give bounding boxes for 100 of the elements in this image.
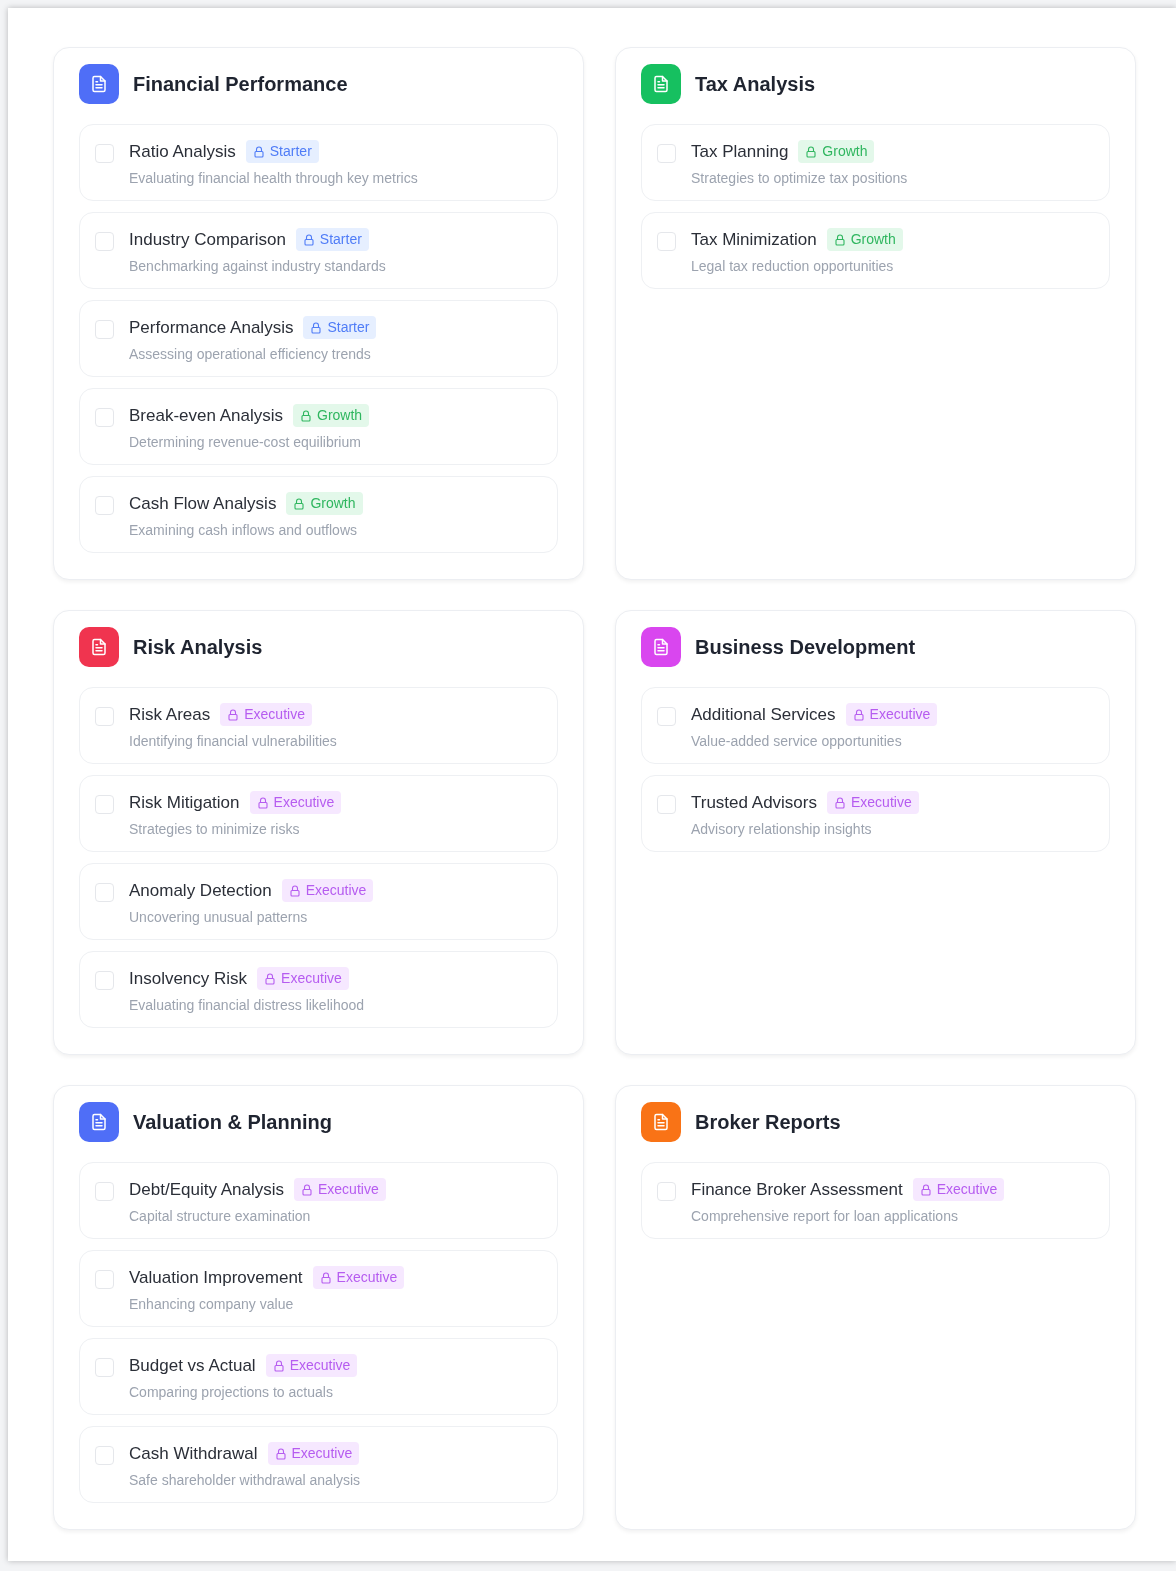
report-description: Safe shareholder withdrawal analysis — [129, 1470, 361, 1490]
checkbox[interactable] — [95, 1270, 114, 1289]
tier-badge: Growth — [286, 492, 363, 516]
tier-badge: Starter — [245, 140, 319, 164]
report-option-card[interactable]: Anomaly Detection Executive Uncovering unusual patterns — [79, 863, 558, 940]
report-title: Finance Broker Assessment — [691, 1179, 903, 1201]
report-option-card[interactable]: Industry Comparison Starter Benchmarking against industry standards — [79, 212, 558, 289]
checkbox[interactable] — [657, 144, 676, 163]
lock-icon — [256, 796, 269, 809]
report-description: Comprehensive report for loan applications — [691, 1206, 959, 1226]
tier-badge: Executive — [845, 703, 938, 727]
lock-icon — [833, 233, 846, 246]
report-description: Benchmarking against industry standards — [129, 256, 386, 276]
checkbox[interactable] — [657, 707, 676, 726]
report-option-card[interactable]: Budget vs Actual Executive Comparing projections to actuals — [79, 1338, 558, 1415]
checkbox[interactable] — [657, 1182, 676, 1201]
checkbox[interactable] — [95, 883, 114, 902]
section-title: Broker Reports — [695, 1110, 841, 1135]
report-option-card[interactable]: Debt/Equity Analysis Executive Capital structure examination — [79, 1162, 558, 1239]
checkbox[interactable] — [95, 408, 114, 427]
tier-badge: Executive — [281, 879, 374, 903]
report-option-card[interactable]: Valuation Improvement Executive Enhancing company value — [79, 1250, 558, 1327]
lock-icon — [300, 409, 313, 422]
report-option-card[interactable]: Ratio Analysis Starter Evaluating financial health through key metrics — [79, 124, 558, 201]
lock-icon — [293, 497, 306, 510]
report-title: Additional Services — [691, 704, 836, 726]
report-description: Evaluating financial distress likelihood — [129, 995, 365, 1015]
lock-icon — [252, 145, 265, 158]
report-option-card[interactable]: Trusted Advisors Executive Advisory relationship insights — [641, 775, 1110, 852]
lock-icon — [302, 233, 315, 246]
report-description: Determining revenue-cost equilibrium — [129, 432, 362, 452]
report-description: Evaluating financial health through key metrics — [129, 168, 418, 188]
section-title: Valuation & Planning — [133, 1110, 332, 1135]
document-icon — [90, 75, 108, 93]
report-title: Break-even Analysis — [129, 405, 284, 427]
tier-badge: Starter — [303, 316, 377, 340]
checkbox[interactable] — [95, 971, 114, 990]
report-description: Legal tax reduction opportunities — [691, 256, 895, 276]
document-icon — [652, 1113, 670, 1131]
checkbox[interactable] — [95, 1446, 114, 1465]
section-title: Business Development — [695, 635, 916, 660]
tier-badge: Growth — [798, 140, 875, 164]
report-description: Strategies to optimize tax positions — [691, 168, 908, 188]
report-option-card[interactable]: Break-even Analysis Growth Determining revenue-cost equilibrium — [79, 388, 558, 465]
tier-badge: Executive — [293, 1178, 386, 1202]
report-description: Assessing operational efficiency trends — [129, 344, 372, 364]
report-option-card[interactable]: Additional Services Executive Value-added service opportunities — [641, 687, 1110, 764]
report-title: Performance Analysis — [129, 317, 294, 339]
checkbox[interactable] — [95, 707, 114, 726]
checkbox[interactable] — [657, 232, 676, 251]
report-option-card[interactable]: Cash Flow Analysis Growth Examining cash inflows and outflows — [79, 476, 558, 553]
lock-icon — [852, 708, 865, 721]
report-title: Tax Planning — [691, 141, 789, 163]
report-title: Cash Flow Analysis — [129, 493, 277, 515]
tier-badge: Executive — [249, 791, 342, 815]
lock-icon — [834, 796, 846, 809]
tier-badge: Starter — [295, 228, 369, 252]
report-description: Advisory relationship insights — [691, 819, 873, 839]
report-description: Capital structure examination — [129, 1206, 312, 1226]
report-title: Trusted Advisors — [691, 792, 817, 814]
report-title: Risk Areas — [129, 704, 211, 726]
section-title: Risk Analysis — [133, 635, 263, 660]
report-title: Industry Comparison — [129, 229, 286, 251]
checkbox[interactable] — [95, 320, 114, 339]
lock-icon — [272, 1359, 285, 1372]
report-title: Insolvency Risk — [129, 968, 248, 990]
report-title: Cash Withdrawal — [129, 1443, 258, 1465]
report-title: Valuation Improvement — [129, 1267, 303, 1289]
checkbox[interactable] — [95, 144, 114, 163]
report-option-card[interactable]: Cash Withdrawal Executive Safe shareholder withdrawal analysis — [79, 1426, 558, 1503]
checkbox[interactable] — [95, 232, 114, 251]
report-description: Comparing projections to actuals — [129, 1382, 334, 1402]
report-description: Strategies to minimize risks — [129, 819, 301, 839]
tier-badge: Growth — [293, 404, 370, 428]
report-option-card[interactable]: Tax Minimization Growth Legal tax reduction opportunities — [641, 212, 1110, 289]
report-description: Uncovering unusual patterns — [129, 907, 309, 927]
checkbox[interactable] — [95, 496, 114, 515]
lock-icon — [805, 145, 818, 158]
checkbox[interactable] — [95, 1182, 114, 1201]
lock-icon — [227, 708, 240, 721]
report-option-card[interactable]: Risk Areas Executive Identifying financial vulnerabilities — [79, 687, 558, 764]
checkbox[interactable] — [657, 795, 676, 814]
section-title: Tax Analysis — [695, 72, 816, 97]
document-icon — [652, 75, 670, 93]
checkbox[interactable] — [95, 1358, 114, 1377]
report-option-card[interactable]: Performance Analysis Starter Assessing operational efficiency trends — [79, 300, 558, 377]
document-icon — [652, 638, 670, 656]
report-option-card[interactable]: Tax Planning Growth Strategies to optimize tax positions — [641, 124, 1110, 201]
checkbox[interactable] — [95, 795, 114, 814]
report-title: Risk Mitigation — [129, 792, 240, 814]
document-icon — [90, 638, 108, 656]
tier-badge: Executive — [912, 1178, 1005, 1202]
tier-badge: Growth — [826, 228, 903, 252]
report-option-card[interactable]: Insolvency Risk Executive Evaluating financial distress likelihood — [79, 951, 558, 1028]
section-title: Financial Performance — [133, 72, 348, 97]
report-title: Anomaly Detection — [129, 880, 272, 902]
report-option-card[interactable]: Risk Mitigation Executive Strategies to minimize risks — [79, 775, 558, 852]
report-option-card[interactable]: Finance Broker Assessment Executive Comprehensive report for loan applications — [641, 1162, 1110, 1239]
lock-icon — [288, 884, 301, 897]
report-description: Examining cash inflows and outflows — [129, 520, 358, 540]
